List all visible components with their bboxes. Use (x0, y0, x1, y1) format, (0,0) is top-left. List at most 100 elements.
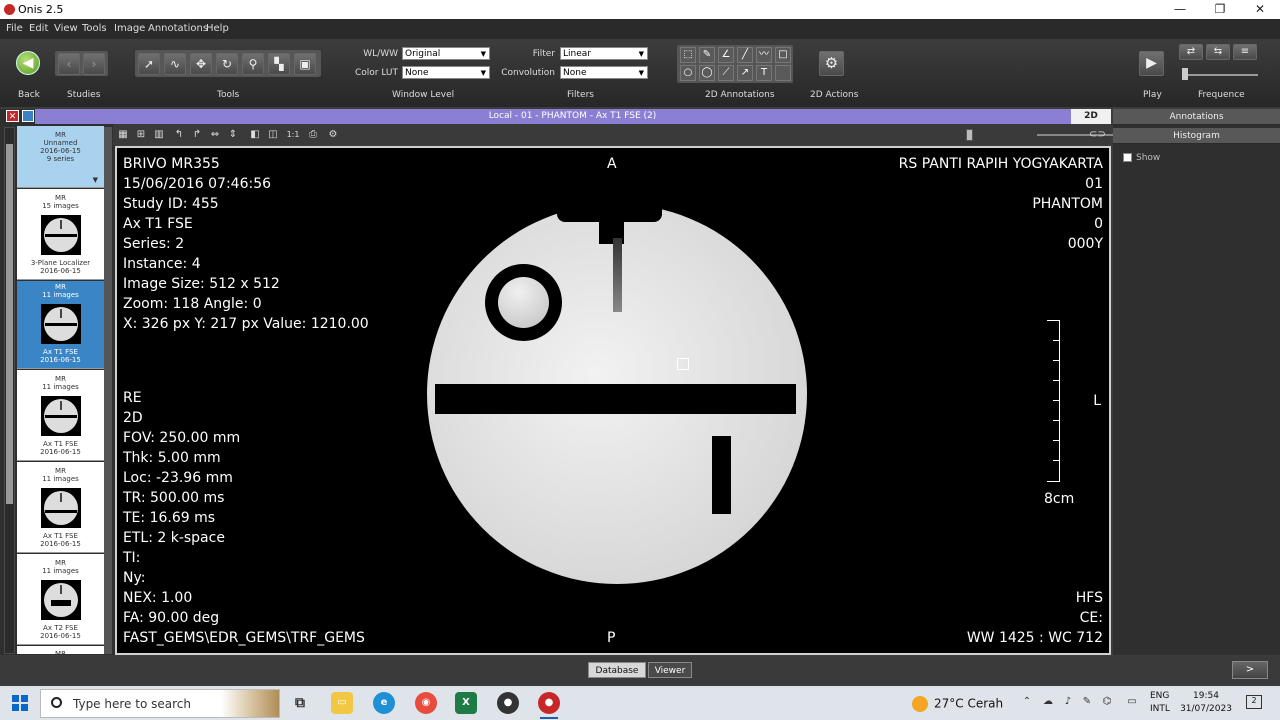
battery-icon[interactable]: ▭ (1125, 695, 1139, 709)
series-thumbnail[interactable]: MR 11 images Ax T1 FSE 2016-06-15 (17, 281, 104, 369)
series-thumbnail[interactable]: MR 11 images Ax T2 FSE 2016-06-15 (17, 554, 104, 645)
series-thumbnail[interactable]: MR 11 images Ax T1 FSE 2016-06-15 (17, 462, 104, 553)
frequence-slider-knob[interactable] (1182, 68, 1188, 80)
ellipse-icon[interactable]: ◯ (699, 65, 715, 81)
print-icon[interactable]: ⎙ (305, 127, 321, 143)
fit-icon[interactable]: ◫ (265, 127, 281, 143)
excel-icon[interactable]: X (455, 692, 477, 714)
loop-icon[interactable]: ⇄ (1179, 44, 1203, 60)
ruler-icon[interactable]: ⟋ (718, 65, 734, 81)
angle-icon[interactable]: ∠ (718, 47, 734, 63)
language-indicator[interactable]: ENG INTL (1150, 690, 1170, 716)
layout-split-icon[interactable]: ⊞ (133, 127, 149, 143)
settings-icon[interactable]: ⚙ (325, 127, 341, 143)
checkbox-icon[interactable] (1123, 153, 1132, 162)
next-button[interactable]: > (1232, 661, 1268, 679)
chrome-icon[interactable]: ◉ (415, 692, 437, 714)
stack-icon[interactable]: ▚ (268, 53, 290, 75)
scrollbar-thumb[interactable] (6, 144, 13, 504)
back-arrow-icon[interactable]: ◀ (16, 51, 40, 75)
rectangle-icon[interactable]: □ (775, 47, 791, 63)
zoom-icon[interactable]: ⚲ (242, 53, 264, 75)
menu-view[interactable]: View (54, 23, 78, 34)
rotate-left-icon[interactable]: ↰ (171, 127, 187, 143)
zoom-slider-knob[interactable] (966, 129, 973, 141)
flip-vertical-icon[interactable]: ⇕ (225, 127, 241, 143)
annotations-header[interactable]: Annotations (1113, 109, 1280, 125)
menu-help[interactable]: Help (206, 23, 229, 34)
series-thumbnail[interactable]: MR 15 images 3-Plane Localizer 2016-06-1… (17, 189, 104, 280)
menu-edit[interactable]: Edit (29, 23, 48, 34)
taskbar-search[interactable]: Type here to search (40, 689, 280, 718)
histogram-header[interactable]: Histogram (1113, 128, 1280, 144)
convolution-select[interactable]: None ▼ (560, 66, 648, 79)
window-level-tool-icon[interactable]: ∿ (164, 53, 186, 75)
play-icon[interactable]: ▶ (1139, 51, 1164, 76)
gear-icon[interactable]: ⚙ (819, 51, 844, 76)
menu-image[interactable]: Image (114, 23, 145, 34)
line-icon[interactable]: ╱ (737, 47, 753, 63)
next-study-icon[interactable]: › (83, 53, 105, 75)
series-thumbnail[interactable]: MR 11 images Ax T1 FSE 2016-06-15 (17, 370, 104, 461)
sidebar-scrollbar[interactable] (4, 127, 15, 654)
circle-icon[interactable]: ○ (680, 65, 696, 81)
series-thumbnail[interactable]: MR (17, 646, 104, 654)
weather-widget[interactable]: 27°C Cerah (912, 696, 1003, 712)
rotate-right-icon[interactable]: ↱ (189, 127, 205, 143)
maximize-button[interactable]: ❐ (1200, 0, 1240, 19)
bounce-icon[interactable]: ⇆ (1206, 44, 1230, 60)
flip-horizontal-icon[interactable]: ⇔ (207, 127, 223, 143)
study-header[interactable]: MR Unnamed 2016-06-15 9 series ▼ (17, 126, 104, 188)
filter-select[interactable]: Linear ▼ (560, 47, 648, 60)
app-icon-dark[interactable]: ● (497, 692, 519, 714)
colorlut-select[interactable]: None ▼ (402, 66, 490, 79)
actual-size-icon[interactable]: 1:1 (285, 127, 301, 143)
rotate-icon[interactable]: ↻ (216, 53, 238, 75)
chevron-down-icon[interactable]: ▼ (93, 176, 98, 184)
sidebar-options-icon[interactable] (22, 110, 34, 122)
image-viewport[interactable]: BRIVO MR355 15/06/2016 07:46:56 Study ID… (115, 146, 1111, 655)
close-icon[interactable]: ✕ (6, 110, 19, 122)
task-view-icon[interactable]: ⧉ (289, 692, 311, 714)
roi-icon[interactable]: ▣ (294, 53, 316, 75)
pen-tray-icon[interactable]: ✎ (1080, 695, 1094, 709)
link-icon[interactable]: ⊂⊃ (1089, 127, 1106, 143)
notification-icon[interactable]: 2 (1246, 695, 1262, 709)
sidebar-splitter[interactable] (104, 127, 112, 654)
empty-tool-icon[interactable] (775, 65, 791, 81)
edge-icon[interactable]: e (373, 692, 395, 714)
menu-file[interactable]: File (6, 23, 23, 34)
invert-icon[interactable]: ◧ (247, 127, 263, 143)
prev-study-icon[interactable]: ‹ (58, 53, 80, 75)
frequence-slider[interactable] (1182, 68, 1258, 80)
layout-series-icon[interactable]: ▥ (151, 127, 167, 143)
close-button[interactable]: ✕ (1240, 0, 1280, 19)
layout-grid-icon[interactable]: ▦ (115, 127, 131, 143)
pointer-icon[interactable]: ➚ (138, 53, 160, 75)
text-icon[interactable]: T (756, 65, 772, 81)
windows-start-icon[interactable] (12, 695, 28, 711)
pan-icon[interactable]: ✥ (190, 53, 212, 75)
cloud-icon[interactable]: ☁ (1041, 695, 1055, 709)
onis-taskbar-icon[interactable]: ● (538, 692, 560, 714)
clock[interactable]: 19:54 31/07/2023 (1180, 690, 1232, 716)
microphone-icon[interactable]: ♪ (1061, 695, 1075, 709)
mode-2d-tab[interactable]: 2D (1071, 109, 1111, 124)
arrow-icon[interactable]: ↗ (737, 65, 753, 81)
show-histogram-checkbox[interactable]: Show (1123, 153, 1160, 163)
chevron-up-icon[interactable]: ⌃ (1020, 695, 1034, 709)
pen-icon[interactable]: ✎ (699, 47, 715, 63)
menu-tools[interactable]: Tools (82, 23, 107, 34)
select-rect-icon[interactable]: ⬚ (680, 47, 696, 63)
menu-annotations[interactable]: Annotations (148, 23, 208, 34)
wlww-select[interactable]: Original ▼ (402, 47, 490, 60)
minimize-button[interactable]: — (1160, 0, 1200, 19)
database-tab[interactable]: Database (588, 662, 646, 678)
sweep-icon[interactable]: ≡ (1233, 44, 1257, 60)
file-explorer-icon[interactable]: ▭ (331, 692, 353, 714)
network-icon[interactable]: ⌬ (1100, 695, 1114, 709)
polyline-icon[interactable]: 〰 (756, 47, 772, 63)
viewer-tab-button[interactable]: Viewer (648, 662, 692, 678)
scale-ruler (1047, 320, 1060, 482)
viewer-tab[interactable]: Local - 01 - PHANTOM - Ax T1 FSE (2) (35, 109, 1110, 124)
